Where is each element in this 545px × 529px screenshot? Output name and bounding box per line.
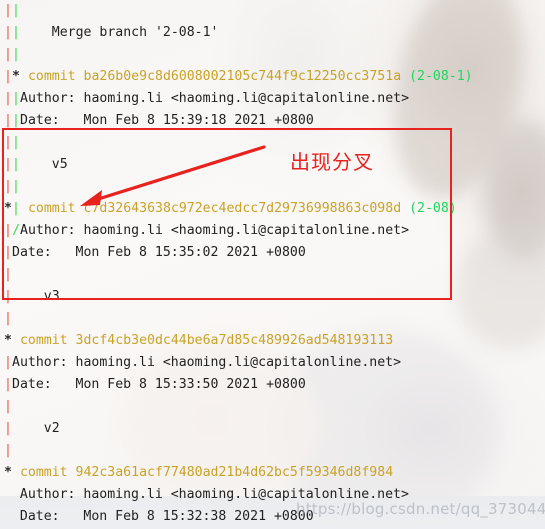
terminal-line: | xyxy=(0,264,545,286)
terminal-screenshot: || || Merge branch '2-08-1' || |* commit … xyxy=(0,0,545,529)
graph-branch-line: | xyxy=(12,47,20,62)
graph-branch-line: | xyxy=(4,289,12,304)
graph-branch-line: | xyxy=(4,399,12,414)
graph-branch-line: | xyxy=(12,113,20,128)
commit-date: Date: Mon Feb 8 15:39:18 2021 +0800 xyxy=(20,113,314,128)
commit-author: Author: haoming.li <haoming.li@capitalon… xyxy=(20,91,410,106)
commit-hash[interactable]: 942c3a61acf77480ad21b4d62bc5f59346d8f984 xyxy=(76,465,394,480)
terminal-line: | v3 xyxy=(0,286,545,308)
terminal-line: | xyxy=(0,308,545,330)
annotation-label: 出现分叉 xyxy=(290,150,374,174)
commit-hash[interactable]: ba26b0e9c8d6008002105c744f9c12250cc3751a xyxy=(84,69,402,84)
graph-branch-line: | xyxy=(4,421,12,436)
graph-branch-line: | xyxy=(4,355,12,370)
graph-commit-node: * xyxy=(4,201,12,216)
commit-keyword: commit xyxy=(19,465,68,480)
graph-branch-line: | xyxy=(4,3,12,18)
commit-message: v2 xyxy=(12,421,60,436)
graph-branch-line: | xyxy=(12,135,20,150)
graph-branch-line: | xyxy=(4,377,12,392)
commit-author: Author: haoming.li <haoming.li@capitalon… xyxy=(4,487,409,502)
graph-branch-line: | xyxy=(12,25,20,40)
git-log-output[interactable]: || || Merge branch '2-08-1' || |* commit … xyxy=(0,0,545,529)
terminal-line: || v5 xyxy=(0,154,545,176)
commit-message: v5 xyxy=(20,157,68,172)
graph-branch-line: | xyxy=(4,91,12,106)
graph-branch-line: | xyxy=(4,267,12,282)
graph-branch-line: | xyxy=(12,157,20,172)
commit-ref-names: (2-08) xyxy=(409,201,457,216)
terminal-line: || xyxy=(0,44,545,66)
commit-keyword: commit xyxy=(27,69,76,84)
commit-message: Merge branch '2-08-1' xyxy=(20,25,219,40)
graph-branch-line: | xyxy=(4,179,12,194)
graph-branch-line: | xyxy=(4,69,12,84)
commit-keyword: commit xyxy=(27,201,76,216)
terminal-line: || xyxy=(0,0,545,22)
graph-branch-line: | xyxy=(4,157,12,172)
commit-hash[interactable]: c7d32643638c972ec4edcc7d29736998863c098d xyxy=(84,201,402,216)
graph-commit-node: * xyxy=(4,333,12,348)
graph-branch-line: | xyxy=(4,311,12,326)
terminal-line: * commit 3dcf4cb3e0dc44be6a7d85c489926ad… xyxy=(0,330,545,352)
graph-branch-line: | xyxy=(12,3,20,18)
graph-branch-line: | xyxy=(12,91,20,106)
graph-branch-line: | xyxy=(4,223,12,238)
terminal-line: |Date: Mon Feb 8 15:35:02 2021 +0800 xyxy=(0,242,545,264)
terminal-line: | xyxy=(0,396,545,418)
terminal-line: Author: haoming.li <haoming.li@capitalon… xyxy=(0,484,545,506)
graph-merge-slash: / xyxy=(12,223,20,238)
graph-branch-line: | xyxy=(4,113,12,128)
graph-branch-line: | xyxy=(4,47,12,62)
terminal-line: Date: Mon Feb 8 15:32:38 2021 +0800 xyxy=(0,506,545,528)
commit-date: Date: Mon Feb 8 15:33:50 2021 +0800 xyxy=(12,377,306,392)
terminal-line: | v2 xyxy=(0,418,545,440)
terminal-line: || xyxy=(0,176,545,198)
graph-branch-line: | xyxy=(4,135,12,150)
graph-branch-line: | xyxy=(12,201,20,216)
terminal-line: || xyxy=(0,132,545,154)
graph-commit-node: * xyxy=(12,69,20,84)
commit-date: Date: Mon Feb 8 15:32:38 2021 +0800 xyxy=(4,509,314,524)
terminal-line: |/Author: haoming.li <haoming.li@capital… xyxy=(0,220,545,242)
terminal-line: || Merge branch '2-08-1' xyxy=(0,22,545,44)
commit-author: Author: haoming.li <haoming.li@capitalon… xyxy=(12,355,402,370)
terminal-line: | xyxy=(0,440,545,462)
terminal-line: * commit 942c3a61acf77480ad21b4d62bc5f59… xyxy=(0,462,545,484)
commit-date: Date: Mon Feb 8 15:35:02 2021 +0800 xyxy=(12,245,306,260)
graph-branch-line: | xyxy=(4,245,12,260)
commit-author: Author: haoming.li <haoming.li@capitalon… xyxy=(20,223,410,238)
terminal-line: |Author: haoming.li <haoming.li@capitalo… xyxy=(0,352,545,374)
terminal-line: ||Date: Mon Feb 8 15:39:18 2021 +0800 xyxy=(0,110,545,132)
graph-branch-line: | xyxy=(4,25,12,40)
commit-keyword: commit xyxy=(19,333,68,348)
commit-message: v3 xyxy=(12,289,60,304)
graph-branch-line: | xyxy=(4,443,12,458)
commit-ref-names: (2-08-1) xyxy=(409,69,473,84)
terminal-line: ||Author: haoming.li <haoming.li@capital… xyxy=(0,88,545,110)
terminal-line: |Date: Mon Feb 8 15:33:50 2021 +0800 xyxy=(0,374,545,396)
graph-branch-line: | xyxy=(12,179,20,194)
terminal-line: |* commit ba26b0e9c8d6008002105c744f9c12… xyxy=(0,66,545,88)
graph-commit-node: * xyxy=(4,465,12,480)
commit-hash[interactable]: 3dcf4cb3e0dc44be6a7d85c489926ad548193113 xyxy=(76,333,394,348)
terminal-line: *| commit c7d32643638c972ec4edcc7d297369… xyxy=(0,198,545,220)
